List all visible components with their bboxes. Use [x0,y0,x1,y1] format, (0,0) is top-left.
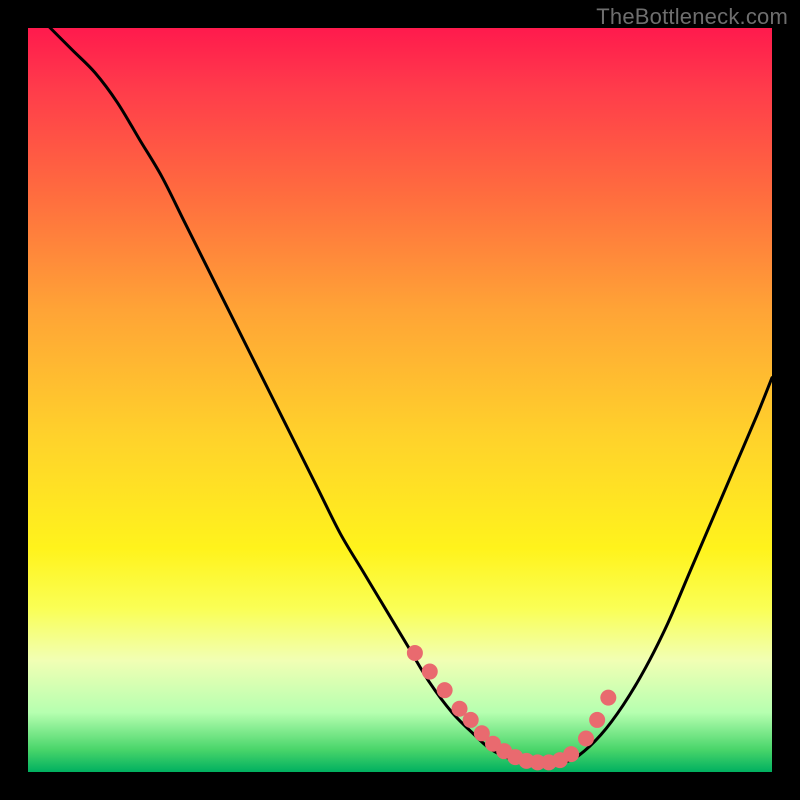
data-dot [563,746,579,762]
watermark-text: TheBottleneck.com [596,4,788,30]
chart-svg [28,28,772,772]
data-dot [578,731,594,747]
data-dot [589,712,605,728]
data-dot [463,712,479,728]
data-dot [422,664,438,680]
data-dot [407,645,423,661]
data-dot [437,682,453,698]
curve-line [28,6,772,765]
data-dot [600,690,616,706]
